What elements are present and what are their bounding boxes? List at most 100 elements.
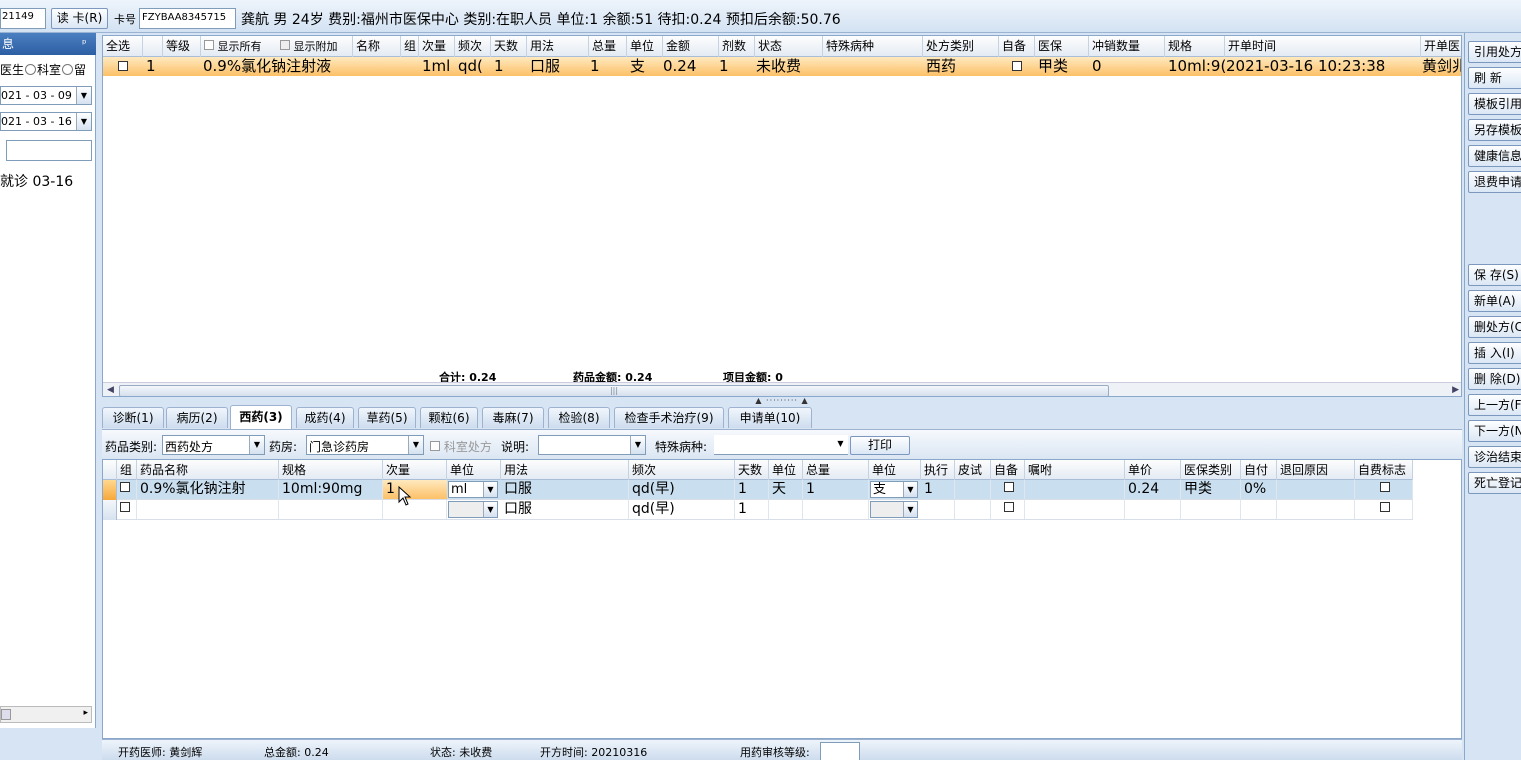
health-info-button[interactable]: 健康信息 bbox=[1468, 145, 1521, 167]
chevron-down-icon[interactable]: ▼ bbox=[483, 482, 497, 497]
dcol-dose[interactable]: 次量 bbox=[383, 460, 447, 480]
delete-button[interactable]: 删 除(D) bbox=[1468, 368, 1521, 390]
self-supply-checkbox[interactable] bbox=[991, 500, 1025, 519]
refresh-button[interactable]: 刷 新 bbox=[1468, 67, 1521, 89]
dcol-instruction[interactable]: 嘱咐 bbox=[1025, 460, 1125, 480]
tab-granule[interactable]: 颗粒(6) bbox=[420, 407, 478, 428]
chevron-down-icon[interactable]: ▼ bbox=[833, 435, 848, 453]
dcol-total[interactable]: 总量 bbox=[803, 460, 869, 480]
pin-icon[interactable]: ᵖ bbox=[82, 37, 87, 50]
dcol-self-supply[interactable]: 自备 bbox=[991, 460, 1025, 480]
col-self-supply[interactable]: 自备 bbox=[999, 36, 1035, 57]
row-checkbox[interactable] bbox=[115, 57, 131, 76]
dcol-exec[interactable]: 执行 bbox=[921, 460, 955, 480]
days[interactable]: 1 bbox=[735, 500, 769, 519]
exec[interactable] bbox=[921, 500, 955, 519]
tab-western-medicine[interactable]: 西药(3) bbox=[230, 405, 292, 429]
tab-diagnosis[interactable]: 诊断(1) bbox=[102, 407, 164, 428]
total-unit-select[interactable]: 支 ▼ bbox=[870, 481, 918, 498]
col-group[interactable]: 组 bbox=[401, 36, 419, 57]
refund-request-button[interactable]: 退费申请 bbox=[1468, 171, 1521, 193]
radio-doctor[interactable] bbox=[25, 64, 37, 75]
dcol-usage[interactable]: 用法 bbox=[501, 460, 629, 480]
note-select[interactable]: ▼ bbox=[538, 435, 646, 455]
chevron-down-icon[interactable]: ▼ bbox=[903, 482, 917, 497]
col-special-disease[interactable]: 特殊病种 bbox=[823, 36, 923, 57]
exec[interactable]: 1 bbox=[921, 480, 955, 499]
total[interactable] bbox=[803, 500, 869, 519]
col-doses[interactable]: 剂数 bbox=[719, 36, 755, 57]
total-unit-select[interactable]: ▼ bbox=[870, 501, 918, 518]
dcol-price[interactable]: 单价 bbox=[1125, 460, 1181, 480]
col-spec[interactable]: 规格 bbox=[1165, 36, 1225, 57]
total[interactable]: 1 bbox=[803, 480, 869, 499]
col-unit[interactable]: 单位 bbox=[627, 36, 663, 57]
frequency[interactable]: qd(早) bbox=[629, 480, 735, 499]
col-days[interactable]: 天数 bbox=[491, 36, 527, 57]
cite-prescription-button[interactable]: 引用处方 bbox=[1468, 41, 1521, 63]
date-to-picker[interactable]: 021 - 03 - 16 ▼ bbox=[0, 112, 92, 131]
template-cite-button[interactable]: 模板引用 bbox=[1468, 93, 1521, 115]
col-total[interactable]: 总量 bbox=[589, 36, 627, 57]
dose[interactable] bbox=[383, 500, 447, 519]
chevron-down-icon[interactable]: ▼ bbox=[408, 436, 423, 454]
dcol-self-pay-flag[interactable]: 自费标志 bbox=[1355, 460, 1413, 480]
drug-name[interactable] bbox=[137, 500, 279, 519]
dcol-skin-test[interactable]: 皮试 bbox=[955, 460, 991, 480]
table-row[interactable]: 1 0.9%氯化钠注射液 1ml qd( 1 口服 1 支 0.24 1 未收费… bbox=[103, 57, 1461, 76]
col-level[interactable]: 等级 bbox=[163, 36, 201, 57]
pharmacy-select[interactable]: 门急诊药房 ▼ bbox=[306, 435, 424, 455]
special-disease-select[interactable]: ▼ bbox=[714, 435, 848, 455]
col-offset-qty[interactable]: 冲销数量 bbox=[1089, 36, 1165, 57]
scroll-thumb[interactable]: ||| bbox=[119, 385, 1109, 396]
chevron-down-icon[interactable]: ▼ bbox=[76, 113, 91, 130]
tab-narcotic[interactable]: 毒麻(7) bbox=[482, 407, 544, 428]
arrow-right-icon[interactable]: ▸ bbox=[83, 708, 88, 718]
chevron-down-icon[interactable]: ▼ bbox=[76, 87, 91, 104]
col-usage[interactable]: 用法 bbox=[527, 36, 589, 57]
chevron-down-icon[interactable]: ▼ bbox=[483, 502, 497, 517]
card-number-field[interactable]: FZYBAA8345715 bbox=[139, 8, 236, 29]
self-supply-checkbox[interactable] bbox=[991, 480, 1025, 499]
print-button[interactable]: 打印 bbox=[850, 436, 910, 455]
show-extra-toggle[interactable]: 显示附加 bbox=[277, 36, 353, 57]
save-template-button[interactable]: 另存模板 bbox=[1468, 119, 1521, 141]
finish-treatment-button[interactable]: 诊治结束 bbox=[1468, 446, 1521, 468]
usage[interactable]: 口服 bbox=[501, 480, 629, 499]
instruction[interactable] bbox=[1025, 480, 1125, 499]
tab-medical-record[interactable]: 病历(2) bbox=[166, 407, 228, 428]
scroll-thumb[interactable] bbox=[1, 709, 11, 720]
day-unit[interactable]: 天 bbox=[769, 480, 803, 499]
chevron-down-icon[interactable]: ▼ bbox=[630, 436, 645, 454]
arrow-right-icon[interactable]: ▶ bbox=[1452, 385, 1459, 395]
col-status[interactable]: 状态 bbox=[755, 36, 823, 57]
audit-level-field[interactable] bbox=[820, 742, 860, 760]
dose[interactable]: 1 bbox=[383, 480, 447, 499]
dept-rx-checkbox[interactable] bbox=[430, 441, 440, 451]
dcol-ins-type[interactable]: 医保类别 bbox=[1181, 460, 1241, 480]
dcol-dose-unit[interactable]: 单位 bbox=[447, 460, 501, 480]
left-search-input[interactable] bbox=[6, 140, 92, 161]
dcol-days[interactable]: 天数 bbox=[735, 460, 769, 480]
instruction[interactable] bbox=[1025, 500, 1125, 519]
save-button[interactable]: 保 存(S) bbox=[1468, 264, 1521, 286]
col-insurance[interactable]: 医保 bbox=[1035, 36, 1089, 57]
dept-rx-toggle[interactable]: 科室处方 bbox=[430, 438, 492, 455]
dcol-drug-name[interactable]: 药品名称 bbox=[137, 460, 279, 480]
drug-name[interactable]: 0.9%氯化钠注射 bbox=[137, 480, 279, 499]
next-prescription-button[interactable]: 下一方(N) bbox=[1468, 420, 1521, 442]
tab-lab[interactable]: 检验(8) bbox=[548, 407, 610, 428]
tab-herbal[interactable]: 草药(5) bbox=[358, 407, 416, 428]
dcol-group[interactable]: 组 bbox=[117, 460, 137, 480]
col-name[interactable]: 名称 bbox=[353, 36, 401, 57]
insert-button[interactable]: 插 入(I) bbox=[1468, 342, 1521, 364]
dcol-day-unit[interactable]: 单位 bbox=[769, 460, 803, 480]
usage[interactable]: 口服 bbox=[501, 500, 629, 519]
read-card-button[interactable]: 读 卡(R) bbox=[51, 8, 108, 29]
spec[interactable] bbox=[279, 500, 383, 519]
drug-type-select[interactable]: 西药处方 ▼ bbox=[162, 435, 265, 455]
dcol-spec[interactable]: 规格 bbox=[279, 460, 383, 480]
left-horizontal-scrollbar[interactable]: ▸ bbox=[0, 706, 92, 723]
col-freq[interactable]: 频次 bbox=[455, 36, 491, 57]
patient-id-field[interactable]: 21149 bbox=[0, 8, 46, 29]
